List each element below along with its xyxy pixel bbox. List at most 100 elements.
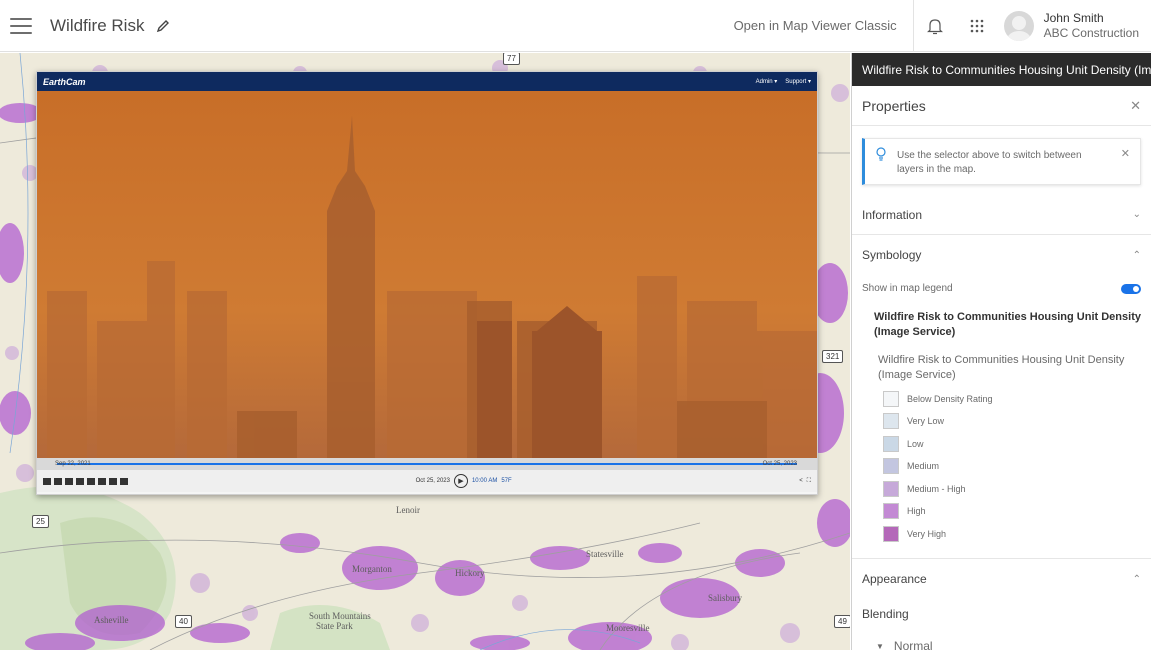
- blending-mode-select[interactable]: ▼ Normal: [852, 629, 1151, 650]
- fullscreen-icon[interactable]: ⛶: [807, 478, 811, 485]
- timeline-progress: [57, 463, 797, 465]
- legend-item: Medium - High: [852, 478, 1151, 501]
- chevron-down-icon: ⌄: [1132, 209, 1141, 220]
- legend-item: High: [852, 500, 1151, 523]
- smoky-skyline-image: [37, 91, 817, 458]
- layer-selector-dropdown[interactable]: Wildfire Risk to Communities Housing Uni…: [852, 53, 1151, 86]
- map-label-lenoir: Lenoir: [396, 505, 420, 515]
- route-shield-49: 49: [834, 615, 850, 628]
- legend-item-label: High: [907, 506, 926, 517]
- legend-item: Very Low: [852, 410, 1151, 433]
- properties-panel: Wildfire Risk to Communities Housing Uni…: [851, 53, 1151, 650]
- layer-selector-tip: Use the selector above to switch between…: [862, 138, 1141, 185]
- close-properties-icon[interactable]: ✕: [1130, 98, 1141, 114]
- home-icon[interactable]: [43, 477, 51, 485]
- video-toolbar-icons: [43, 477, 128, 485]
- route-shield-77: 77: [503, 53, 520, 65]
- properties-title: Properties: [862, 97, 926, 114]
- notifications-bell-icon[interactable]: [914, 0, 956, 52]
- information-label: Information: [862, 207, 923, 222]
- show-in-legend-row: Show in map legend: [852, 275, 1151, 298]
- earthcam-support-menu[interactable]: Support ▾: [785, 78, 811, 85]
- legend-item: Below Density Rating: [852, 388, 1151, 411]
- blending-mode-value: Normal: [893, 639, 933, 650]
- timeline-end-date: Oct 25, 2023: [762, 461, 797, 467]
- show-in-legend-toggle[interactable]: [1121, 283, 1141, 294]
- live-icon[interactable]: [54, 477, 62, 485]
- legend-item-label: Very High: [907, 528, 947, 539]
- user-name: John Smith: [1043, 10, 1104, 25]
- blending-label: Blending: [862, 607, 909, 621]
- legend-item-label: Medium - High: [907, 483, 966, 494]
- legend-item-label: Low: [907, 438, 924, 449]
- user-org: ABC Construction: [1043, 25, 1139, 40]
- appearance-label: Appearance: [862, 572, 927, 586]
- legend-item-label: Medium: [907, 461, 940, 472]
- video-right-controls: < ⛶: [799, 478, 811, 485]
- user-icon[interactable]: [120, 477, 128, 485]
- user-info[interactable]: John Smith ABC Construction: [1044, 11, 1139, 41]
- tip-text: Use the selector above to switch between…: [897, 150, 1082, 175]
- video-timeline[interactable]: Sep 22, 2021 Oct 25, 2023: [37, 458, 817, 470]
- map-label-statesville: Statesville: [586, 549, 624, 559]
- share-arrow-icon[interactable]: <: [799, 478, 803, 485]
- legend-item: Medium: [852, 455, 1151, 478]
- legend-title: Wildfire Risk to Communities Housing Uni…: [874, 311, 1141, 339]
- legend-swatch: [883, 525, 899, 542]
- caret-down-icon: ▼: [876, 641, 884, 650]
- earthcam-video-popup[interactable]: EarthCam Admin ▾ Support ▾ Sep 22, 2021 …: [36, 71, 818, 495]
- archive-icon[interactable]: [65, 477, 73, 485]
- menu-icon[interactable]: [10, 17, 32, 34]
- information-section-header[interactable]: Information ⌄: [852, 195, 1151, 235]
- camera-icon[interactable]: [98, 477, 106, 485]
- share-icon[interactable]: [109, 477, 117, 485]
- route-shield-40: 40: [175, 615, 192, 628]
- webcam-scene: [37, 91, 817, 458]
- map-label-state-park: State Park: [316, 621, 353, 631]
- appearance-section-header[interactable]: Appearance ⌃: [852, 559, 1151, 599]
- user-avatar[interactable]: [1003, 10, 1034, 41]
- properties-header: Properties ✕: [852, 86, 1151, 126]
- earthcam-admin-menu[interactable]: Admin ▾: [756, 78, 778, 85]
- play-button[interactable]: ▶: [453, 474, 468, 488]
- dismiss-tip-icon[interactable]: ✕: [1121, 147, 1130, 160]
- map-label-morganton: Morganton: [352, 564, 392, 574]
- legend-swatch: [883, 503, 899, 520]
- legend-item: Low: [852, 433, 1151, 456]
- lightbulb-icon: [876, 147, 886, 161]
- legend-list: Below Density Rating Very Low Low Medium…: [852, 388, 1151, 546]
- map-label-mooresville: Mooresville: [606, 623, 650, 633]
- app-title: Wildfire Risk: [50, 15, 145, 35]
- show-in-legend-label: Show in map legend: [862, 283, 953, 294]
- map-label-hickory: Hickory: [455, 568, 485, 578]
- legend-swatch: [883, 458, 899, 475]
- legend-item-label: Below Density Rating: [907, 393, 993, 404]
- app-launcher-grid-icon[interactable]: [956, 0, 998, 52]
- video-controls: Oct 25, 2023 ▶ 10:00 AM 57F < ⛶: [37, 470, 817, 492]
- symbology-label: Symbology: [862, 248, 922, 262]
- layer-selector-label: Wildfire Risk to Communities Housing Uni…: [862, 62, 1151, 77]
- open-classic-link[interactable]: Open in Map Viewer Classic: [734, 0, 914, 52]
- map-label-south-mountains: South Mountains: [309, 611, 371, 621]
- current-date: Oct 25, 2023: [415, 478, 450, 484]
- legend-swatch: [883, 413, 899, 430]
- timelapse-icon[interactable]: [76, 477, 84, 485]
- appearance-section: Appearance ⌃ Blending ▼ Normal: [852, 558, 1151, 650]
- map-view[interactable]: Asheville Morganton Hickory Statesville …: [0, 53, 850, 650]
- current-time: 10:00 AM: [471, 478, 498, 484]
- chevron-up-icon: ⌃: [1132, 573, 1141, 585]
- temperature: 57F: [501, 478, 512, 484]
- legend-swatch: [883, 435, 899, 452]
- map-label-salisbury: Salisbury: [708, 593, 743, 603]
- symbology-section-header[interactable]: Symbology ⌃: [852, 235, 1151, 275]
- edit-title-icon[interactable]: [154, 17, 172, 35]
- legend-swatch: [883, 480, 899, 497]
- legend-item-label: Very Low: [907, 416, 945, 427]
- legend-item: Very High: [852, 523, 1151, 546]
- route-shield-25: 25: [32, 515, 49, 528]
- chevron-up-icon: ⌃: [1132, 249, 1141, 261]
- route-shield-321: 321: [822, 350, 844, 363]
- playback-controls: Oct 25, 2023 ▶ 10:00 AM 57F: [416, 474, 512, 488]
- legend-subtitle: Wildfire Risk to Communities Housing Uni…: [878, 353, 1125, 382]
- photo-icon[interactable]: [87, 477, 95, 485]
